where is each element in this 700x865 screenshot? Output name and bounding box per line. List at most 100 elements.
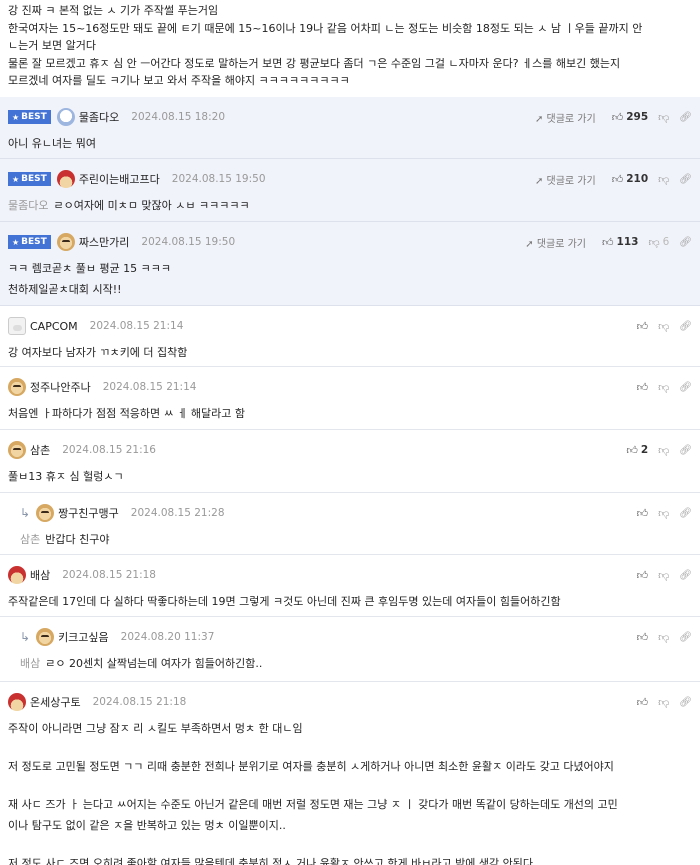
like-button[interactable]: 👍︎ 2 [626, 444, 648, 457]
like-button[interactable]: 👍︎ [637, 631, 649, 644]
comment-date: 2024.08.15 19:50 [141, 236, 236, 248]
link-button[interactable]: 🔗︎ [679, 382, 692, 393]
nickname[interactable]: 온세상구토 [30, 694, 81, 710]
like-button[interactable]: 👍︎ [637, 381, 649, 394]
best-label: BEST [21, 174, 47, 184]
comment-actions: 👍︎ 👎︎ 🔗︎ [637, 696, 692, 709]
like-button[interactable]: 👍︎ 113 [602, 236, 638, 249]
avatar[interactable] [56, 170, 75, 188]
comment-actions: 👍︎ 👎︎ 🔗︎ [637, 569, 692, 582]
mention[interactable]: 삼촌 [20, 533, 40, 546]
dislike-button[interactable]: 👎︎ [658, 631, 669, 644]
avatar[interactable] [8, 317, 26, 335]
avatar[interactable] [8, 693, 26, 711]
link-icon: 🔗︎ [679, 507, 692, 519]
avatar[interactable] [36, 628, 55, 646]
like-button[interactable]: 👍︎ [637, 320, 649, 333]
comment-header: ★ BEST 주린이는배고프다 2024.08.15 19:50 ➚ 댓글로 가기 👍︎ 2… [8, 169, 692, 189]
star-icon: ★ [12, 237, 20, 247]
like-button[interactable]: 👍︎ [637, 569, 649, 582]
comment-line: 주작이 아니라면 그냥 잠ㅈ 리 ㅅ킬도 부족하면서 멍ㅊ 한 대ㄴ임 [8, 722, 303, 735]
thumbs-down-icon: 👎︎ [658, 110, 670, 124]
post-line: 물론 잘 모르겠고 휴ㅈ 심 안 ㅡ어간다 정도로 말하는거 보면 강 평균보다… [8, 56, 621, 70]
goto-comment-link[interactable]: ➚ 댓글로 가기 [535, 110, 596, 125]
thumbs-down-icon: 👎︎ [658, 443, 670, 457]
dislike-button[interactable]: 👎︎ [658, 569, 669, 582]
reply-arrow-icon: ↳ [20, 630, 31, 644]
avatar[interactable] [36, 504, 55, 522]
link-icon: 🔗︎ [679, 569, 692, 581]
dislike-button[interactable]: 👎︎ [658, 444, 669, 457]
thumbs-up-icon: 👍︎ [626, 443, 638, 457]
comment-text: 주작이 아니라면 그냥 잠ㅈ 리 ㅅ킬도 부족하면서 멍ㅊ 한 대ㄴ임 저 정도로… [8, 718, 692, 865]
avatar[interactable] [8, 441, 26, 459]
comment-actions: ➚ 댓글로 가기 👍︎ 113 👎︎ 6 🔗︎ [525, 235, 692, 250]
comment-date: 2024.08.15 21:28 [130, 507, 225, 519]
comment-text: 삼촌 반갑다 친구야 [20, 529, 692, 550]
link-button[interactable]: 🔗︎ [679, 445, 692, 456]
goto-comment-link[interactable]: ➚ 댓글로 가기 [525, 235, 586, 250]
comment-date: 2024.08.15 21:14 [102, 381, 197, 393]
comment-text: 강 여자보다 남자가 ㄲㅊ키에 더 집착함 [8, 342, 692, 363]
nickname[interactable]: 배삼 [30, 567, 50, 583]
avatar[interactable] [8, 566, 26, 584]
dislike-button[interactable]: 👎︎ [658, 320, 669, 333]
link-button[interactable]: 🔗︎ [679, 697, 692, 708]
like-button[interactable]: 👍︎ [637, 696, 649, 709]
comment-header: ★ BEST 짜스만가리 2024.08.15 19:50 ➚ 댓글로 가기 👍︎ 113 👎… [8, 232, 692, 252]
like-button[interactable]: 👍︎ [637, 507, 649, 520]
dislike-button[interactable]: 👎︎ [658, 381, 669, 394]
like-button[interactable]: 👍︎ 210 [612, 173, 648, 186]
comment-actions: 👍︎ 👎︎ 🔗︎ [637, 320, 692, 333]
thumbs-down-icon: 👎︎ [648, 235, 660, 249]
goto-comment-link[interactable]: ➚ 댓글로 가기 [535, 172, 596, 187]
thumbs-up-icon: 👍︎ [636, 630, 649, 644]
avatar[interactable] [8, 378, 26, 396]
link-button[interactable]: 🔗︎ [679, 174, 692, 185]
star-icon: ★ [12, 174, 20, 184]
dislike-button[interactable]: 👎︎ [658, 507, 669, 520]
reply-arrow-icon: ↳ [20, 506, 31, 520]
dislike-button[interactable]: 👎︎ 6 [648, 236, 669, 249]
link-button[interactable]: 🔗︎ [679, 508, 692, 519]
thumbs-down-icon: 👎︎ [658, 319, 670, 333]
dislike-button[interactable]: 👎︎ [658, 696, 669, 709]
nickname[interactable]: 짜스만가리 [79, 234, 130, 250]
link-button[interactable]: 🔗︎ [679, 321, 692, 332]
nickname[interactable]: 삼촌 [30, 442, 50, 458]
nickname[interactable]: 짱구친구맹구 [58, 505, 119, 521]
thumbs-down-icon: 👎︎ [658, 630, 670, 644]
comment: 온세상구토 2024.08.15 21:18 👍︎ 👎︎ 🔗︎ 주작이 아니라면 그냥 잠… [0, 682, 700, 865]
mention[interactable]: 배삼 [20, 657, 40, 670]
comment-header: CAPCOM 2024.08.15 21:14 👍︎ 👎︎ 🔗︎ [8, 316, 692, 336]
comment: ★ BEST 주린이는배고프다 2024.08.15 19:50 ➚ 댓글로 가기 👍︎ 2… [0, 159, 700, 222]
like-button[interactable]: 👍︎ 295 [612, 111, 648, 124]
comment-line: 저 정도 사ㄷ 즈면 오히려 좋아할 여자들 많을텐데 충분히 적ㅅ 거나 윤활… [8, 857, 533, 865]
post-line: 강 진짜 ㅋ 본적 없는 ㅅ 기가 주작썰 푸는거임 [8, 4, 219, 17]
link-button[interactable]: 🔗︎ [679, 632, 692, 643]
comment-actions: ➚ 댓글로 가기 👍︎ 295 👎︎ 🔗︎ [535, 110, 692, 125]
nickname[interactable]: CAPCOM [30, 320, 78, 333]
avatar[interactable] [56, 108, 75, 126]
avatar[interactable] [56, 233, 75, 251]
nickname[interactable]: 물좀다오 [79, 109, 119, 125]
comment-actions: ➚ 댓글로 가기 👍︎ 210 👎︎ 🔗︎ [535, 172, 692, 187]
link-button[interactable]: 🔗︎ [679, 112, 692, 123]
comment-line: 강 여자보다 남자가 ㄲㅊ키에 더 집착함 [8, 346, 188, 359]
link-icon: 🔗︎ [679, 381, 692, 393]
mention[interactable]: 물좀다오 [8, 199, 48, 212]
link-icon: 🔗︎ [679, 696, 692, 708]
link-button[interactable]: 🔗︎ [679, 570, 692, 581]
dislike-button[interactable]: 👎︎ [658, 173, 669, 186]
link-button[interactable]: 🔗︎ [679, 237, 692, 248]
nickname[interactable]: 키크고싶음 [58, 629, 109, 645]
thumbs-up-icon: 👍︎ [602, 235, 614, 249]
comment: CAPCOM 2024.08.15 21:14 👍︎ 👎︎ 🔗︎ 강 여자보다 남자가 ㄲ… [0, 306, 700, 367]
nickname[interactable]: 정주나안주나 [30, 379, 91, 395]
comment-line: 재 사ㄷ 즈가 ㅏ 는다고 ㅆ어지는 수준도 아닌거 같은데 매번 저럴 정도면… [8, 798, 618, 811]
nickname[interactable]: 주린이는배고프다 [79, 171, 160, 187]
dislike-button[interactable]: 👎︎ [658, 111, 669, 124]
comment-header: 삼촌 2024.08.15 21:16 👍︎ 2 👎︎ 🔗︎ [8, 440, 692, 460]
post-body: 강 진짜 ㅋ 본적 없는 ㅅ 기가 주작썰 푸는거임 한국여자는 15~16정도… [0, 0, 700, 92]
best-label: BEST [21, 237, 47, 247]
